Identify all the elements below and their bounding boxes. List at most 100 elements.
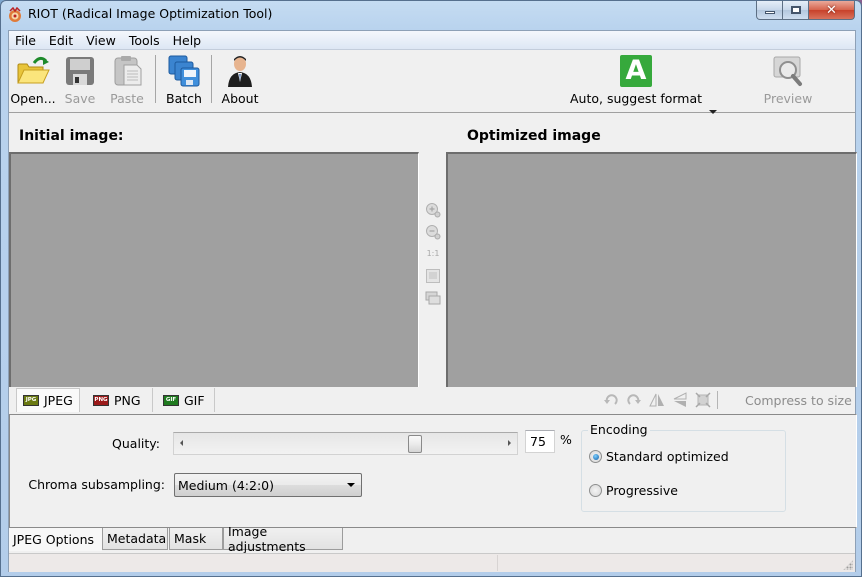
tab-jpeg-options[interactable]: JPEG Options xyxy=(9,528,102,551)
optimized-image-title: Optimized image xyxy=(467,128,601,144)
person-icon xyxy=(228,56,252,87)
initial-image-pane[interactable] xyxy=(9,152,419,387)
clipboard-icon xyxy=(114,56,142,86)
png-file-icon: PNG xyxy=(93,394,109,406)
tab-png-label: PNG xyxy=(114,392,141,408)
open-label: Open... xyxy=(10,91,56,106)
quality-slider-thumb[interactable] xyxy=(408,435,423,453)
tab-metadata-label: Metadata xyxy=(107,531,167,546)
close-button[interactable]: ✕ xyxy=(809,1,855,20)
tab-image-adjustments[interactable]: Image adjustments xyxy=(223,524,343,554)
slider-left-arrow-icon[interactable] xyxy=(180,440,183,446)
zoom-out-icon[interactable] xyxy=(425,224,441,240)
rotate-left-icon[interactable] xyxy=(603,392,619,408)
maximize-button[interactable] xyxy=(783,1,809,20)
maximize-icon xyxy=(790,6,801,14)
flip-vertical-icon[interactable] xyxy=(672,392,688,408)
toolbar-separator xyxy=(717,391,718,409)
menu-file[interactable]: File xyxy=(12,33,43,48)
tab-mask[interactable]: Mask xyxy=(169,528,223,550)
client-area: File Edit View Tools Help Open... Save P… xyxy=(8,30,857,572)
menu-bar: File Edit View Tools Help xyxy=(9,31,855,50)
menu-edit[interactable]: Edit xyxy=(46,33,80,48)
open-button[interactable]: Open... xyxy=(10,53,56,109)
paste-label: Paste xyxy=(110,91,144,106)
about-label: About xyxy=(221,91,259,106)
format-selector-button[interactable]: A Auto, suggest format xyxy=(569,53,703,109)
tab-png[interactable]: PNG PNG xyxy=(87,388,153,412)
chroma-subsampling-value: Medium (4:2:0) xyxy=(178,478,274,493)
toolbar-separator xyxy=(211,55,212,103)
resize-icon[interactable] xyxy=(695,392,711,408)
chevron-down-icon xyxy=(347,483,355,487)
actual-size-button[interactable]: 1:1 xyxy=(425,249,441,258)
title-bar[interactable]: RIOT (Radical Image Optimization Tool) ✕ xyxy=(1,1,861,29)
format-label: Auto, suggest format xyxy=(569,91,703,106)
quality-slider[interactable] xyxy=(173,432,518,455)
fit-window-icon[interactable] xyxy=(425,268,441,284)
auto-format-icon: A xyxy=(620,55,652,87)
encoding-group: Encoding Standard optimized Progressive xyxy=(581,422,786,512)
minimize-icon xyxy=(764,11,775,14)
close-icon: ✕ xyxy=(826,2,837,18)
tab-jpeg-label: JPEG xyxy=(44,393,73,408)
compress-to-size-button[interactable]: Compress to size xyxy=(745,393,852,408)
status-bar xyxy=(9,553,855,572)
radio-standard-optimized[interactable]: Standard optimized xyxy=(589,449,729,464)
resize-grip-icon[interactable] xyxy=(843,560,853,570)
radio-progressive-label: Progressive xyxy=(606,483,678,498)
chroma-subsampling-select[interactable]: Medium (4:2:0) xyxy=(174,473,362,497)
zoom-toolbar: 1:1 xyxy=(420,151,446,387)
radio-progressive[interactable]: Progressive xyxy=(589,483,678,498)
format-dropdown-arrow-icon[interactable] xyxy=(709,110,717,114)
radio-checked-icon[interactable] xyxy=(589,450,602,463)
paste-button[interactable]: Paste xyxy=(106,53,148,109)
batch-floppies-icon xyxy=(168,55,200,87)
rotate-right-icon[interactable] xyxy=(626,392,642,408)
tab-image-adjustments-label: Image adjustments xyxy=(228,523,306,554)
riot-app-icon xyxy=(9,7,21,22)
window-title: RIOT (Radical Image Optimization Tool) xyxy=(28,6,273,21)
compare-icon[interactable] xyxy=(425,290,441,306)
tab-mask-label: Mask xyxy=(174,531,207,546)
batch-button[interactable]: Batch xyxy=(164,53,204,109)
format-tab-bar: JPG JPEG PNG PNG GIF GIF Compress to siz… xyxy=(9,387,855,413)
tab-jpeg-options-label: JPEG Options xyxy=(13,532,95,547)
tab-jpeg[interactable]: JPG JPEG xyxy=(16,388,80,412)
optimized-image-pane[interactable] xyxy=(446,152,857,387)
save-label: Save xyxy=(64,91,96,106)
options-tab-bar: JPEG Options Metadata Mask Image adjustm… xyxy=(9,524,855,554)
percent-label: % xyxy=(560,432,572,447)
status-separator xyxy=(497,555,498,571)
toolbar: Open... Save Paste Batch About A Auto, s… xyxy=(9,51,855,114)
app-window: RIOT (Radical Image Optimization Tool) ✕… xyxy=(0,0,862,577)
preview-button[interactable]: Preview xyxy=(763,53,813,109)
tab-metadata[interactable]: Metadata xyxy=(102,528,168,550)
about-button[interactable]: About xyxy=(219,53,261,109)
quality-label: Quality: xyxy=(112,436,160,451)
quality-input[interactable]: 75 xyxy=(525,430,555,453)
menu-tools[interactable]: Tools xyxy=(126,33,167,48)
initial-image-title: Initial image: xyxy=(19,128,124,144)
magnifier-icon xyxy=(773,56,802,86)
tab-gif-label: GIF xyxy=(184,392,205,408)
flip-horizontal-icon[interactable] xyxy=(649,392,665,408)
toolbar-separator xyxy=(155,55,156,103)
folder-open-icon xyxy=(17,56,50,84)
zoom-in-icon[interactable] xyxy=(425,202,441,218)
menu-view[interactable]: View xyxy=(83,33,123,48)
slider-right-arrow-icon[interactable] xyxy=(508,440,511,446)
window-controls: ✕ xyxy=(756,1,855,21)
tab-gif[interactable]: GIF GIF xyxy=(157,388,215,412)
save-button[interactable]: Save xyxy=(61,53,99,109)
radio-standard-optimized-label: Standard optimized xyxy=(606,449,729,464)
batch-label: Batch xyxy=(166,91,202,106)
minimize-button[interactable] xyxy=(756,1,783,20)
gif-file-icon: GIF xyxy=(163,394,179,406)
encoding-legend: Encoding xyxy=(588,422,650,437)
radio-unchecked-icon[interactable] xyxy=(589,484,602,497)
menu-help[interactable]: Help xyxy=(170,33,209,48)
jpeg-options-panel: Quality: 75 % Chroma subsampling: Medium… xyxy=(9,414,857,528)
chroma-subsampling-label: Chroma subsampling: xyxy=(28,477,165,492)
floppy-disk-icon xyxy=(66,57,94,85)
